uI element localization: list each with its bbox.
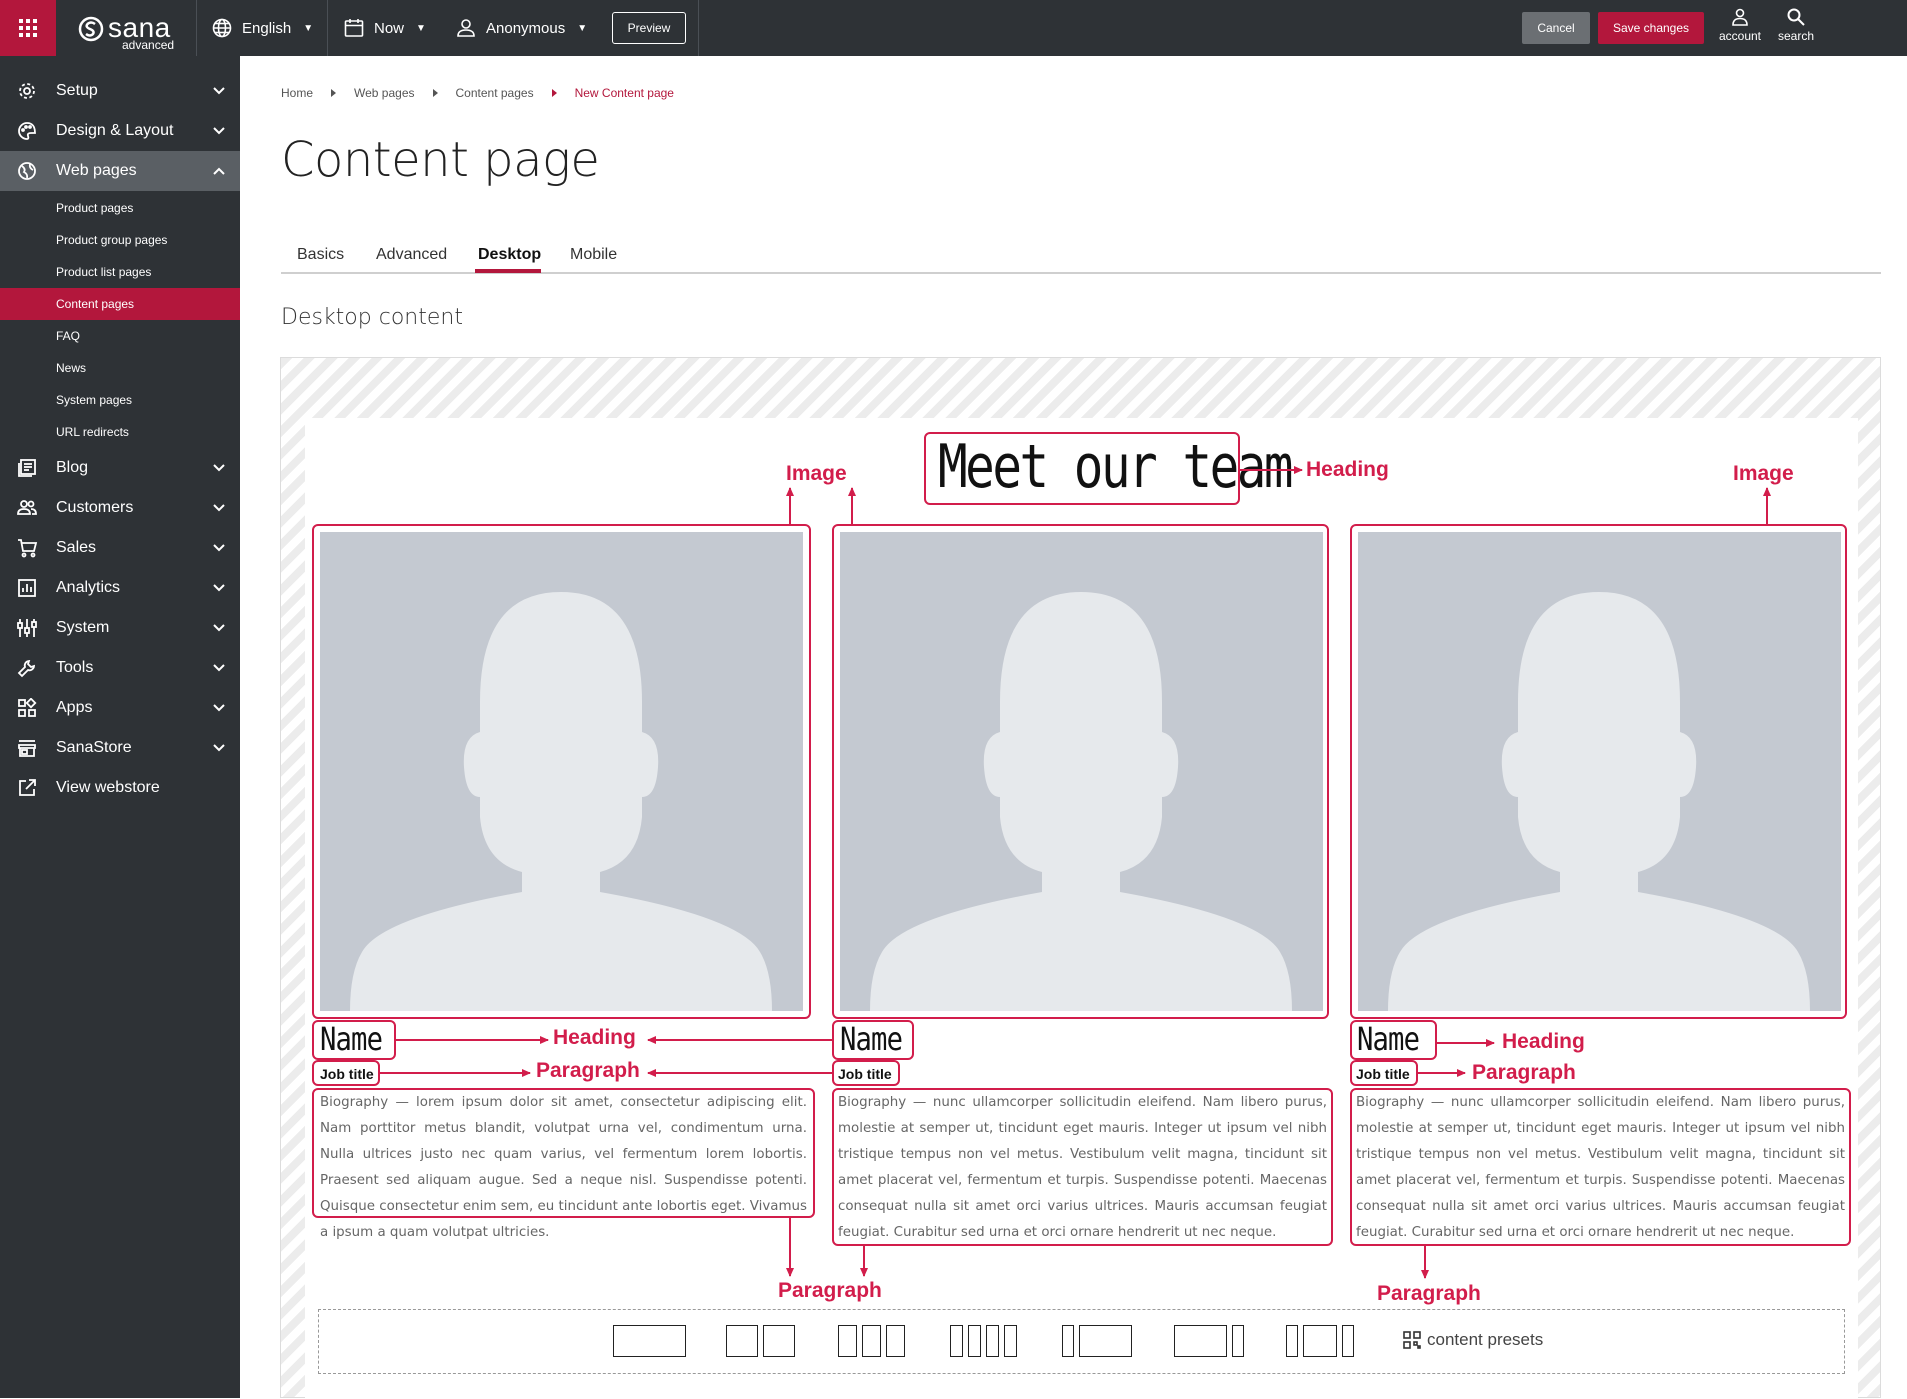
member-bio: Biography — lorem ipsum dolor sit amet, … [320,1095,807,1240]
person-silhouette-icon [1388,592,1810,1011]
preset-one-column[interactable] [613,1325,686,1357]
preset-column-shape [613,1325,686,1357]
preset-narrow-wide[interactable] [1062,1325,1132,1357]
preset-column-shape [726,1325,758,1357]
preset-column-shape [1079,1325,1132,1357]
preset-narrow-wide-narrow[interactable] [1286,1325,1354,1357]
member-name: Name [840,1020,903,1058]
name-heading-block[interactable]: Name [1350,1020,1437,1060]
bio-paragraph-block[interactable]: Biography — nunc ullamcorper sollicitudi… [832,1088,1333,1246]
presets-grid-icon [1403,1331,1421,1349]
person-silhouette-icon [350,592,772,1011]
preset-column-shape [1174,1325,1227,1357]
content-presets-bar: content presets [318,1309,1845,1374]
preset-column-shape [862,1325,881,1357]
member-name: Name [320,1020,383,1058]
bio-paragraph-block[interactable]: Biography — nunc ullamcorper sollicitudi… [1350,1088,1851,1246]
image-block[interactable] [832,524,1329,1019]
member-job-title: Job title [1356,1066,1410,1082]
preset-column-shape [950,1325,963,1357]
name-heading-block[interactable]: Name [832,1020,914,1060]
annotation-heading: Heading [553,1026,636,1049]
preset-column-shape [886,1325,905,1357]
preset-column-shape [1232,1325,1244,1357]
annotation-paragraph: Paragraph [1472,1061,1576,1084]
bio-paragraph-block[interactable]: Biography — lorem ipsum dolor sit amet, … [312,1088,815,1240]
preset-wide-narrow[interactable] [1174,1325,1244,1357]
preset-column-shape [968,1325,981,1357]
preset-four-columns[interactable] [950,1325,1017,1357]
annotation-paragraph: Paragraph [1377,1282,1481,1305]
annotation-paragraph: Paragraph [536,1059,640,1082]
annotation-heading: Heading [1502,1030,1585,1053]
content-presets-label: content presets [1427,1330,1544,1349]
annotation-image: Image [786,462,847,485]
job-title-block[interactable]: Job title [1350,1060,1418,1086]
preset-column-shape [838,1325,857,1357]
preset-column-shape [1062,1325,1074,1357]
job-title-block[interactable]: Job title [312,1060,380,1086]
name-heading-block[interactable]: Name [312,1020,396,1060]
preset-column-shape [1286,1325,1298,1357]
member-name: Name [1357,1020,1420,1058]
avatar-placeholder-image [840,532,1323,1011]
job-title-block[interactable]: Job title [832,1060,900,1086]
preset-column-shape [763,1325,795,1357]
image-block[interactable] [1350,524,1847,1019]
preset-column-shape [986,1325,999,1357]
member-bio: Biography — nunc ullamcorper sollicitudi… [838,1095,1327,1240]
annotation-paragraph: Paragraph [778,1279,882,1302]
member-job-title: Job title [320,1066,374,1082]
preset-column-shape [1303,1325,1337,1357]
annotation-image: Image [1733,462,1794,485]
person-silhouette-icon [870,592,1292,1011]
preset-three-columns[interactable] [838,1325,905,1357]
image-block[interactable] [312,524,811,1019]
preset-column-shape [1004,1325,1017,1357]
content-presets-button[interactable]: content presets [1403,1330,1543,1350]
member-job-title: Job title [838,1066,892,1082]
annotation-heading: Heading [1306,458,1389,481]
avatar-placeholder-image [320,532,803,1011]
preset-column-shape [1342,1325,1354,1357]
preset-two-columns[interactable] [726,1325,795,1357]
member-bio: Biography — nunc ullamcorper sollicitudi… [1356,1095,1845,1240]
avatar-placeholder-image [1358,532,1841,1011]
